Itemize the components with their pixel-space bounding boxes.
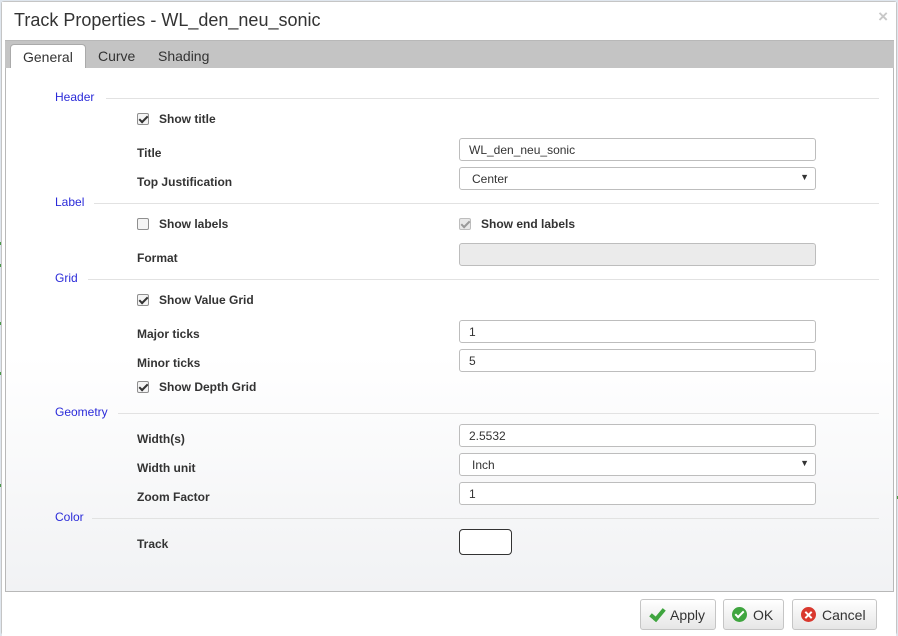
check-icon (649, 607, 664, 622)
widths-input[interactable] (459, 424, 816, 447)
section-divider (92, 518, 879, 519)
track-color-swatch[interactable] (459, 529, 512, 555)
zoom-factor-input[interactable] (459, 482, 816, 505)
width-unit-value: Inch (472, 458, 495, 472)
show-value-grid-label: Show Value Grid (159, 293, 254, 307)
format-label: Format (137, 251, 178, 265)
tab-content-general: Header Show title Title Top Justificatio… (5, 68, 894, 592)
section-grid-label: Grid (55, 271, 78, 285)
section-header-label: Header (55, 90, 95, 104)
show-value-grid-checkbox[interactable] (137, 294, 149, 306)
top-justification-value: Center (472, 172, 509, 186)
width-unit-label: Width unit (137, 461, 196, 475)
major-ticks-label: Major ticks (137, 327, 200, 341)
chevron-down-icon: ▼ (800, 458, 809, 468)
show-depth-grid-label: Show Depth Grid (159, 380, 257, 394)
section-divider (106, 98, 879, 99)
show-title-checkbox[interactable] (137, 113, 149, 125)
show-depth-grid-checkbox[interactable] (137, 381, 149, 393)
tab-bar: General Curve Shading (5, 40, 894, 70)
track-color-label: Track (137, 537, 169, 551)
chevron-down-icon: ▼ (800, 172, 809, 182)
tab-shading[interactable]: Shading (146, 44, 221, 69)
zoom-factor-label: Zoom Factor (137, 490, 210, 504)
check-circle-icon (732, 607, 747, 622)
minor-ticks-input[interactable] (459, 349, 816, 372)
tab-curve[interactable]: Curve (86, 44, 147, 69)
top-justification-select[interactable]: Center ▼ (459, 167, 816, 190)
show-end-labels-label: Show end labels (481, 217, 576, 231)
show-labels-label: Show labels (159, 217, 229, 231)
widths-label: Width(s) (137, 432, 185, 446)
width-unit-select[interactable]: Inch ▼ (459, 453, 816, 476)
show-depth-grid-checkbox-row[interactable]: Show Depth Grid (137, 380, 256, 394)
show-title-checkbox-row[interactable]: Show title (137, 112, 216, 126)
apply-button-label: Apply (670, 606, 706, 623)
track-properties-dialog: Track Properties - WL_den_neu_sonic × Ge… (1, 1, 897, 636)
section-geometry-label: Geometry (55, 405, 108, 419)
ok-button-label: OK (753, 606, 774, 623)
dialog-footer: Apply OK Cancel (2, 593, 896, 636)
format-input[interactable] (459, 243, 816, 266)
ok-button[interactable]: OK (723, 599, 785, 630)
dialog-title: Track Properties - WL_den_neu_sonic (14, 10, 321, 30)
section-label-label: Label (55, 195, 85, 209)
show-end-labels-checkbox-row[interactable]: Show end labels (459, 217, 575, 231)
section-divider (94, 203, 879, 204)
show-value-grid-checkbox-row[interactable]: Show Value Grid (137, 293, 254, 307)
apply-button[interactable]: Apply (640, 599, 717, 630)
show-labels-checkbox-row[interactable]: Show labels (137, 217, 228, 231)
section-color-label: Color (55, 510, 84, 524)
show-title-label: Show title (159, 112, 216, 126)
section-divider (88, 279, 879, 280)
tab-general[interactable]: General (10, 44, 86, 70)
cancel-button[interactable]: Cancel (792, 599, 877, 630)
section-divider (118, 413, 879, 414)
close-icon[interactable]: × (878, 8, 888, 26)
major-ticks-input[interactable] (459, 320, 816, 343)
top-justification-label: Top Justification (137, 175, 233, 189)
cancel-button-label: Cancel (822, 606, 866, 623)
title-field-label: Title (137, 146, 162, 160)
minor-ticks-label: Minor ticks (137, 356, 201, 370)
dialog-titlebar[interactable]: Track Properties - WL_den_neu_sonic × (2, 2, 896, 40)
show-labels-checkbox[interactable] (137, 218, 149, 230)
close-circle-icon (801, 607, 816, 622)
title-input[interactable] (459, 138, 816, 161)
show-end-labels-checkbox[interactable] (459, 218, 471, 230)
